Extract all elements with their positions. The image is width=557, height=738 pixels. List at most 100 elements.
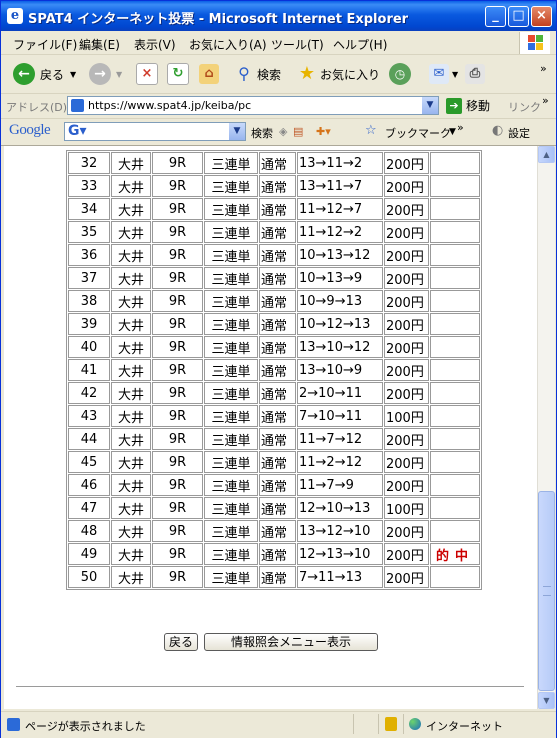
- bet-race-cell: 9R: [152, 221, 203, 243]
- mail-button[interactable]: ✉ ▼: [429, 61, 458, 87]
- home-icon: ⌂: [199, 64, 219, 84]
- google-search-input[interactable]: G▾ ▼: [64, 122, 246, 141]
- toolbar-overflow-icon[interactable]: »: [540, 55, 547, 81]
- search-button[interactable]: ⚲ 検索: [234, 61, 281, 87]
- toolbar: ← 戻る ▼ → ▼ × ↻ ⌂ ⚲ 検索 ★ お気に入り ◷ ✉ ▼ ⎙ »: [1, 55, 556, 94]
- bet-number-cell: 32: [68, 152, 110, 174]
- window-title: SPAT4 インターネット投票 - Microsoft Internet Exp…: [28, 12, 409, 27]
- bet-amount-cell: 200円: [384, 313, 429, 335]
- bet-combination-cell: 13→11→2: [297, 152, 383, 174]
- bet-track-cell: 大井: [111, 336, 151, 358]
- title-bar[interactable]: e SPAT4 インターネット投票 - Microsoft Internet E…: [1, 1, 556, 31]
- menu-file[interactable]: ファイル(F): [13, 36, 77, 53]
- bet-result-cell: [430, 566, 480, 588]
- google-search-button[interactable]: 検索: [251, 125, 273, 141]
- bet-race-cell: 9R: [152, 267, 203, 289]
- bet-result-cell: 的中: [430, 543, 480, 565]
- refresh-button[interactable]: ↻: [167, 61, 189, 87]
- close-button[interactable]: ×: [531, 6, 552, 27]
- print-button[interactable]: ⎙: [465, 61, 485, 87]
- bet-result-cell: [430, 474, 480, 496]
- google-news-icon[interactable]: ▤: [293, 125, 303, 138]
- bet-amount-cell: 200円: [384, 290, 429, 312]
- google-bookmarks-button[interactable]: ブックマーク: [385, 125, 451, 141]
- status-bar: ページが表示されました インターネット: [1, 711, 556, 738]
- bet-method-cell: 通常: [259, 520, 296, 542]
- table-row: 46 大井 9R 三連単 通常 11→7→9 200円: [68, 474, 480, 496]
- table-row: 40 大井 9R 三連単 通常 13→10→12 200円: [68, 336, 480, 358]
- bet-combination-cell: 2→10→11: [297, 382, 383, 404]
- bet-result-cell: [430, 428, 480, 450]
- favorites-button[interactable]: ★ お気に入り: [297, 61, 380, 87]
- bet-type-cell: 三連単: [204, 543, 258, 565]
- bet-track-cell: 大井: [111, 267, 151, 289]
- table-row: 48 大井 9R 三連単 通常 13→12→10 200円: [68, 520, 480, 542]
- home-button[interactable]: ⌂: [199, 61, 219, 87]
- bet-result-cell: [430, 382, 480, 404]
- links-overflow-icon[interactable]: »: [542, 94, 549, 107]
- bet-type-cell: 三連単: [204, 313, 258, 335]
- scroll-thumb[interactable]: [538, 491, 555, 691]
- google-overflow-icon[interactable]: »: [457, 121, 464, 134]
- links-button[interactable]: リンク: [508, 99, 541, 115]
- table-row: 32 大井 9R 三連単 通常 13→11→2 200円: [68, 152, 480, 174]
- maximize-button[interactable]: □: [508, 6, 529, 27]
- minimize-button[interactable]: _: [485, 6, 506, 27]
- bet-amount-cell: 200円: [384, 543, 429, 565]
- address-input[interactable]: https://www.spat4.jp/keiba/pc ▼: [67, 96, 439, 115]
- bet-combination-cell: 13→11→7: [297, 175, 383, 197]
- star-icon: ★: [298, 63, 316, 84]
- go-button[interactable]: ➔ 移動: [446, 97, 490, 114]
- bet-method-cell: 通常: [259, 382, 296, 404]
- forward-dropdown-icon[interactable]: ▼: [116, 70, 122, 79]
- bet-combination-cell: 13→10→9: [297, 359, 383, 381]
- menu-favorites[interactable]: お気に入り(A): [189, 36, 267, 53]
- bet-combination-cell: 11→12→7: [297, 198, 383, 220]
- bet-track-cell: 大井: [111, 451, 151, 473]
- status-page-icon: [7, 718, 20, 731]
- scroll-down-icon[interactable]: ▼: [538, 692, 555, 709]
- bet-combination-cell: 13→10→12: [297, 336, 383, 358]
- menu-view[interactable]: 表示(V): [134, 36, 176, 53]
- go-label: 移動: [466, 99, 491, 113]
- google-options-icon[interactable]: ◈: [279, 125, 287, 138]
- forward-button[interactable]: → ▼: [89, 61, 122, 87]
- printer-icon: ⎙: [465, 64, 485, 84]
- menu-tools[interactable]: ツール(T): [271, 36, 324, 53]
- bet-amount-cell: 200円: [384, 221, 429, 243]
- vertical-scrollbar[interactable]: ▲ ▼: [537, 146, 555, 709]
- bookmarks-dropdown-icon[interactable]: ▼: [449, 127, 456, 137]
- bet-number-cell: 47: [68, 497, 110, 519]
- scroll-up-icon[interactable]: ▲: [538, 146, 555, 163]
- bet-race-cell: 9R: [152, 520, 203, 542]
- stop-icon: ×: [136, 63, 158, 85]
- bet-track-cell: 大井: [111, 313, 151, 335]
- bet-track-cell: 大井: [111, 359, 151, 381]
- bet-result-cell: [430, 152, 480, 174]
- address-dropdown-icon[interactable]: ▼: [422, 97, 438, 114]
- bet-combination-cell: 11→12→2: [297, 221, 383, 243]
- menu-edit[interactable]: 編集(E): [79, 36, 120, 53]
- info-menu-button[interactable]: 情報照会メニュー表示: [204, 633, 379, 651]
- bet-combination-cell: 12→13→10: [297, 543, 383, 565]
- back-page-button[interactable]: 戻る: [164, 633, 199, 651]
- google-dropdown-icon[interactable]: ▼: [229, 123, 245, 140]
- history-button[interactable]: ◷: [389, 61, 411, 87]
- bet-track-cell: 大井: [111, 221, 151, 243]
- bet-method-cell: 通常: [259, 198, 296, 220]
- bet-type-cell: 三連単: [204, 290, 258, 312]
- bet-amount-cell: 200円: [384, 198, 429, 220]
- bet-type-cell: 三連単: [204, 359, 258, 381]
- back-dropdown-icon[interactable]: ▼: [70, 70, 76, 79]
- google-puzzle-icon[interactable]: ✚▾: [316, 125, 331, 138]
- bet-combination-cell: 10→13→12: [297, 244, 383, 266]
- bet-type-cell: 三連単: [204, 428, 258, 450]
- bet-track-cell: 大井: [111, 497, 151, 519]
- back-button[interactable]: ← 戻る ▼: [13, 61, 76, 87]
- menu-help[interactable]: ヘルプ(H): [333, 36, 387, 53]
- google-logo: Google: [9, 122, 51, 138]
- mail-dropdown-icon[interactable]: ▼: [452, 70, 458, 79]
- stop-button[interactable]: ×: [136, 61, 158, 87]
- google-settings-button[interactable]: 設定: [508, 125, 530, 141]
- bet-number-cell: 37: [68, 267, 110, 289]
